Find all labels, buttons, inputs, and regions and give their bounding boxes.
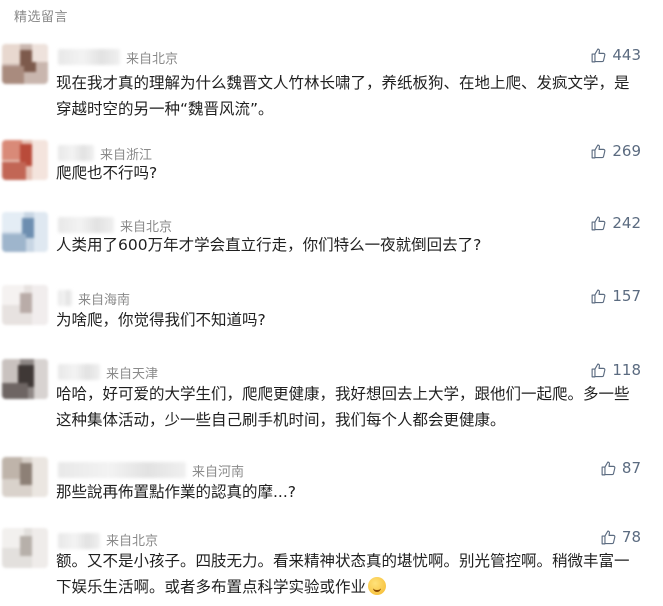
avatar[interactable] (2, 285, 48, 325)
nickname[interactable] (58, 462, 186, 478)
like-button[interactable]: 87 (600, 459, 641, 477)
location-label: 来自河南 (192, 465, 245, 480)
comment-text: 为啥爬，你觉得我们不知道吗? (56, 311, 266, 329)
thumbs-up-icon (591, 144, 606, 158)
avatar[interactable] (2, 457, 48, 497)
comment-item: 来自海南 157 为啥爬，你觉得我们不知道吗? (0, 281, 663, 337)
like-button[interactable]: 157 (590, 287, 641, 305)
comment-text: 人类用了600万年才学会直立行走，你们特么一夜就倒回去了? (56, 236, 482, 254)
comment-item: 来自北京 443 现在我才真的理解为什么魏晋文人竹林长啸了，养纸板狗、在地上爬、… (0, 40, 663, 120)
thumbs-up-icon (591, 289, 606, 303)
location-label: 来自北京 (126, 52, 179, 67)
nickname[interactable] (58, 49, 120, 65)
comment-text: 额。又不是小孩子。四肢无力。看来精神状态真的堪忧啊。别光管控啊。稍微丰富一下娱乐… (56, 548, 643, 600)
section-title: 精选留言 (14, 10, 69, 25)
avatar[interactable] (2, 359, 48, 399)
comment-text: 现在我才真的理解为什么魏晋文人竹林长啸了，养纸板狗、在地上爬、发疯文学，是穿越时… (56, 74, 630, 118)
like-count: 242 (612, 214, 641, 232)
thumbs-up-icon (591, 216, 606, 230)
thumbs-up-icon (601, 461, 616, 475)
like-button[interactable]: 269 (590, 142, 641, 160)
nickname[interactable] (58, 217, 114, 233)
avatar[interactable] (2, 528, 48, 568)
comment-text-body: 额。又不是小孩子。四肢无力。看来精神状态真的堪忧啊。别光管控啊。稍微丰富一下娱乐… (56, 552, 630, 596)
comment-text: 哈哈，好可爱的大学生们，爬爬更健康，我好想回去上大学，跟他们一起爬。多一些这种集… (56, 385, 630, 429)
like-count: 78 (621, 528, 641, 546)
avatar[interactable] (2, 140, 48, 180)
location-label: 来自海南 (78, 293, 131, 308)
like-count: 118 (612, 361, 641, 379)
avatar[interactable] (2, 212, 48, 252)
like-count: 443 (612, 46, 641, 64)
nickname[interactable] (58, 533, 100, 549)
comment-text: 那些說再佈置點作業的認真的摩...? (56, 483, 297, 501)
nickname[interactable] (58, 145, 94, 161)
comment-item: 来自河南 87 那些說再佈置點作業的認真的摩...? (0, 453, 663, 509)
comment-item: 来自北京 78 额。又不是小孩子。四肢无力。看来精神状态真的堪忧啊。别光管控啊。… (0, 524, 663, 606)
like-count: 87 (621, 459, 641, 477)
smirk-emoji-icon (368, 577, 387, 595)
like-count: 157 (612, 287, 641, 305)
nickname[interactable] (58, 290, 72, 306)
like-count: 269 (612, 142, 641, 160)
avatar[interactable] (2, 44, 48, 84)
comment-text: 爬爬也不行吗? (56, 164, 158, 182)
like-button[interactable]: 118 (590, 361, 641, 379)
nickname[interactable] (58, 364, 100, 380)
comment-item: 来自北京 242 人类用了600万年才学会直立行走，你们特么一夜就倒回去了? (0, 208, 663, 264)
location-label: 来自天津 (106, 367, 159, 382)
like-button[interactable]: 78 (600, 528, 641, 546)
like-button[interactable]: 443 (590, 46, 641, 64)
thumbs-up-icon (601, 530, 616, 544)
location-label: 来自北京 (106, 534, 159, 549)
comment-item: 来自天津 118 哈哈，好可爱的大学生们，爬爬更健康，我好想回去上大学，跟他们一… (0, 355, 663, 435)
thumbs-up-icon (591, 363, 606, 377)
comment-item: 来自浙江 269 爬爬也不行吗? (0, 136, 663, 192)
thumbs-up-icon (591, 48, 606, 62)
like-button[interactable]: 242 (590, 214, 641, 232)
